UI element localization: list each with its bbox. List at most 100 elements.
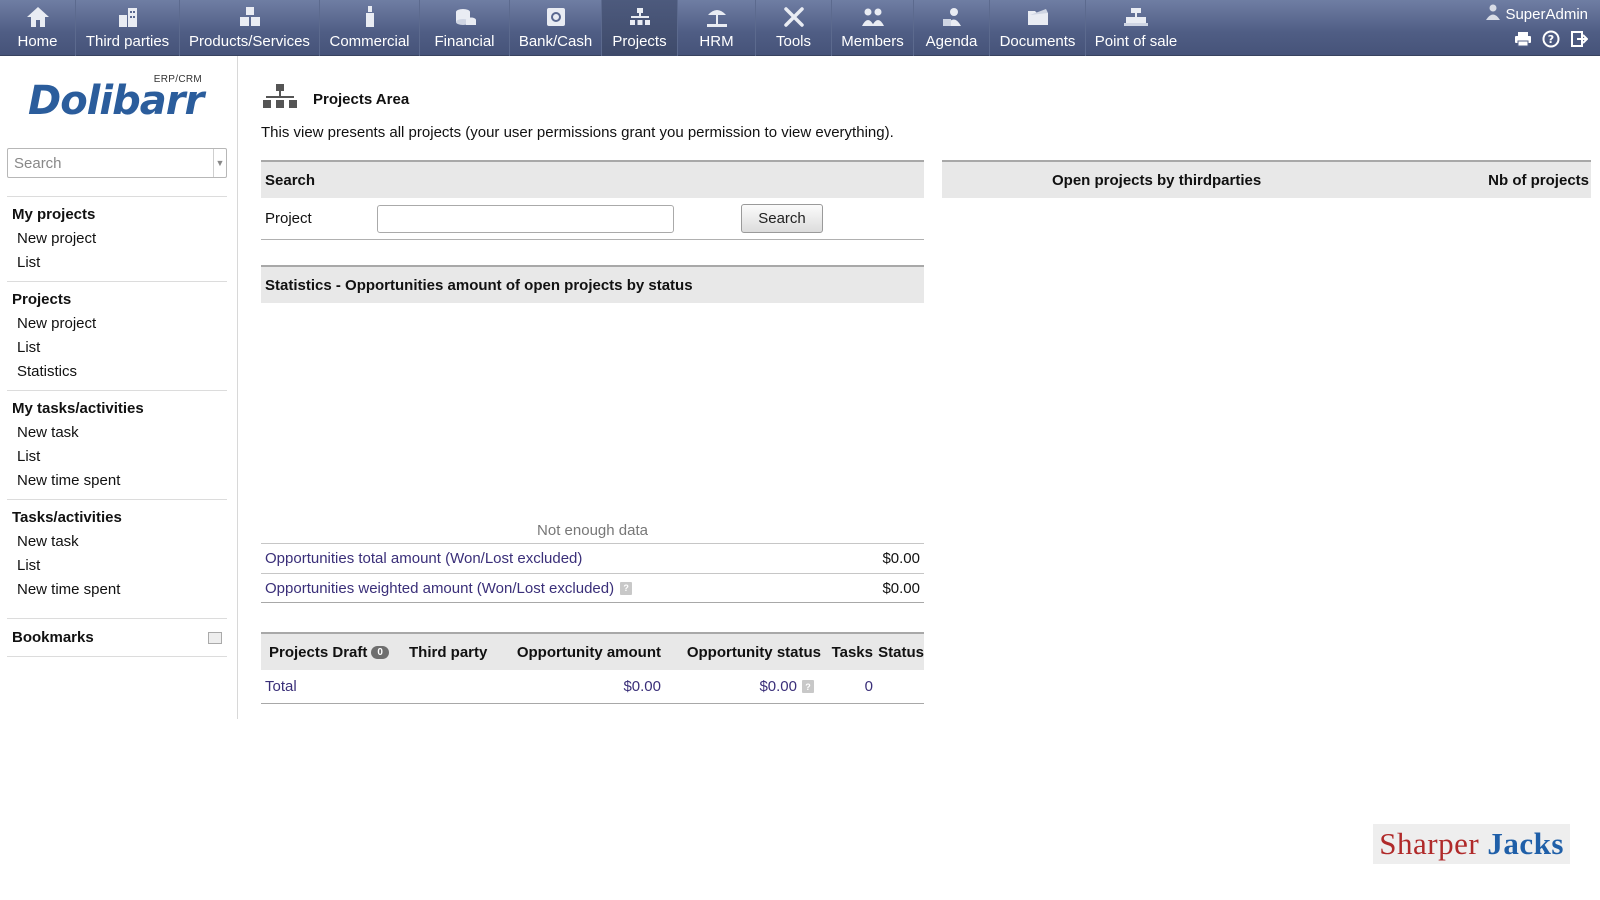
nav-commercial[interactable]: Commercial [320,0,420,56]
column-opportunity-amount: Opportunity amount [516,643,661,661]
draft-title: Projects Draft [269,643,368,661]
no-data-message: Not enough data [537,522,648,539]
search-button[interactable]: Search [741,204,823,233]
menu-heading-my-tasks[interactable]: My tasks/activities [12,397,227,421]
search-row: Project Search [261,198,924,240]
nav-home-label: Home [17,33,58,50]
user-link[interactable]: SuperAdmin [1486,4,1588,24]
print-icon[interactable] [1514,30,1532,48]
help-icon[interactable]: ? [802,680,814,693]
bookmarks-heading[interactable]: Bookmarks [12,629,94,646]
nav-point-of-sale[interactable]: Point of sale [1086,0,1186,56]
menu-block-my-tasks: My tasks/activities New task List New ti… [7,390,227,499]
menu-item-new-project[interactable]: New project [12,312,227,336]
chevron-down-icon[interactable]: ▼ [213,149,226,177]
boxes-icon [237,3,263,31]
column-nb-of-projects: Nb of projects [1488,171,1589,189]
coins-icon [452,3,478,31]
column-opportunity-status: Opportunity status [686,643,821,661]
menu-item-new-time-spent[interactable]: New time spent [12,469,227,493]
menu-item-list[interactable]: List [12,445,227,469]
menu-item-list[interactable]: List [12,554,227,578]
page-title: Projects Area [313,90,410,108]
menu-block-tasks: Tasks/activities New task List New time … [7,499,227,608]
bookmarks-block: Bookmarks [7,618,227,657]
nav-commercial-label: Commercial [329,33,410,50]
column-open-projects-by-thirdparties: Open projects by thirdparties [1052,171,1262,189]
nav-projects[interactable]: Projects [602,0,678,56]
nav-products-services[interactable]: Products/Services [180,0,320,56]
nav-members[interactable]: Members [832,0,914,56]
column-third-party: Third party [409,643,488,661]
sidebar-search-input[interactable] [8,149,213,177]
menu-item-list[interactable]: List [12,251,227,275]
nav-financial[interactable]: Financial [420,0,510,56]
sidebar-menu: My projects New project List Projects Ne… [7,196,227,657]
open-projects-by-thirdparties-table: Open projects by thirdparties Nb of proj… [942,160,1591,198]
draft-projects-table: Projects Draft 0 Third party Opportunity … [261,632,924,704]
column-status: Status [878,643,924,661]
nav-bank-label: Bank/Cash [518,33,593,50]
nav-tools-label: Tools [775,33,812,50]
bookmark-list-icon[interactable] [208,631,222,644]
nav-bank-cash[interactable]: Bank/Cash [510,0,602,56]
logo-wordmark: Dolibarr [28,78,204,124]
menu-item-new-time-spent[interactable]: New time spent [12,578,227,602]
nav-financial-label: Financial [434,33,495,50]
search-panel-header: Search [261,160,924,198]
user-icon [1486,4,1501,24]
page-header: Projects Area [261,82,409,116]
nav-members-label: Members [841,33,904,50]
statistics-chart-area: Not enough data [261,303,924,543]
draft-title-header: Projects Draft 0 [261,644,409,661]
menu-heading-tasks[interactable]: Tasks/activities [12,506,227,530]
wrench-icon [781,3,807,31]
opportunities-total-link[interactable]: Opportunities total amount (Won/Lost exc… [265,550,582,567]
column-tasks: Tasks [831,643,873,661]
nav-tools[interactable]: Tools [756,0,832,56]
opportunities-weighted-value: $0.00 [882,579,920,597]
left-sidebar: ERP/CRM Dolibarr ▼ My projects New proje… [0,56,238,719]
draft-count-badge: 0 [371,645,389,659]
menu-item-new-project[interactable]: New project [12,227,227,251]
dolibarr-logo[interactable]: ERP/CRM Dolibarr [26,74,206,124]
watermark-logo: Sharper Jacks [1373,824,1570,864]
help-icon[interactable]: ? [1542,30,1560,48]
nav-pos-label: Point of sale [1094,33,1178,50]
main-menu: Home Third parties Products/Services Com… [0,0,1186,56]
org-chart-icon [261,82,299,116]
nav-hrm[interactable]: HRM [678,0,756,56]
nav-hrm-label: HRM [699,33,734,50]
user-area: SuperAdmin ? [1486,4,1588,48]
help-icon[interactable]: ? [620,581,633,595]
beach-icon [704,3,730,31]
opportunities-weighted-link[interactable]: Opportunities weighted amount (Won/Lost … [265,580,633,597]
group-icon [860,3,886,31]
logout-icon[interactable] [1570,30,1588,48]
cash-register-icon [1123,3,1149,31]
menu-item-new-task[interactable]: New task [12,530,227,554]
user-name: SuperAdmin [1505,5,1588,23]
nav-third-parties[interactable]: Third parties [76,0,180,56]
watermark-part2: Jacks [1487,826,1564,861]
nav-documents[interactable]: Documents [990,0,1086,56]
menu-block-projects: Projects New project List Statistics [7,281,227,390]
menu-heading-projects[interactable]: Projects [12,288,227,312]
safe-icon [543,3,569,31]
project-label: Project [265,210,312,227]
building-icon [115,3,141,31]
watermark-part1: Sharper [1379,826,1480,861]
project-search-input[interactable] [377,204,674,233]
menu-item-new-task[interactable]: New task [12,421,227,445]
statistics-header: Statistics - Opportunities amount of ope… [261,265,924,303]
nav-home[interactable]: Home [0,0,76,56]
menu-block-my-projects: My projects New project List [7,196,227,281]
stats-row-total: Opportunities total amount (Won/Lost exc… [261,543,924,573]
top-navigation-bar: Home Third parties Products/Services Com… [0,0,1600,56]
menu-item-statistics[interactable]: Statistics [12,360,227,384]
folder-icon [1025,3,1051,31]
menu-item-list[interactable]: List [12,336,227,360]
nav-agenda[interactable]: Agenda [914,0,990,56]
statistics-panel: Statistics - Opportunities amount of ope… [261,265,924,603]
menu-heading-my-projects[interactable]: My projects [12,203,227,227]
